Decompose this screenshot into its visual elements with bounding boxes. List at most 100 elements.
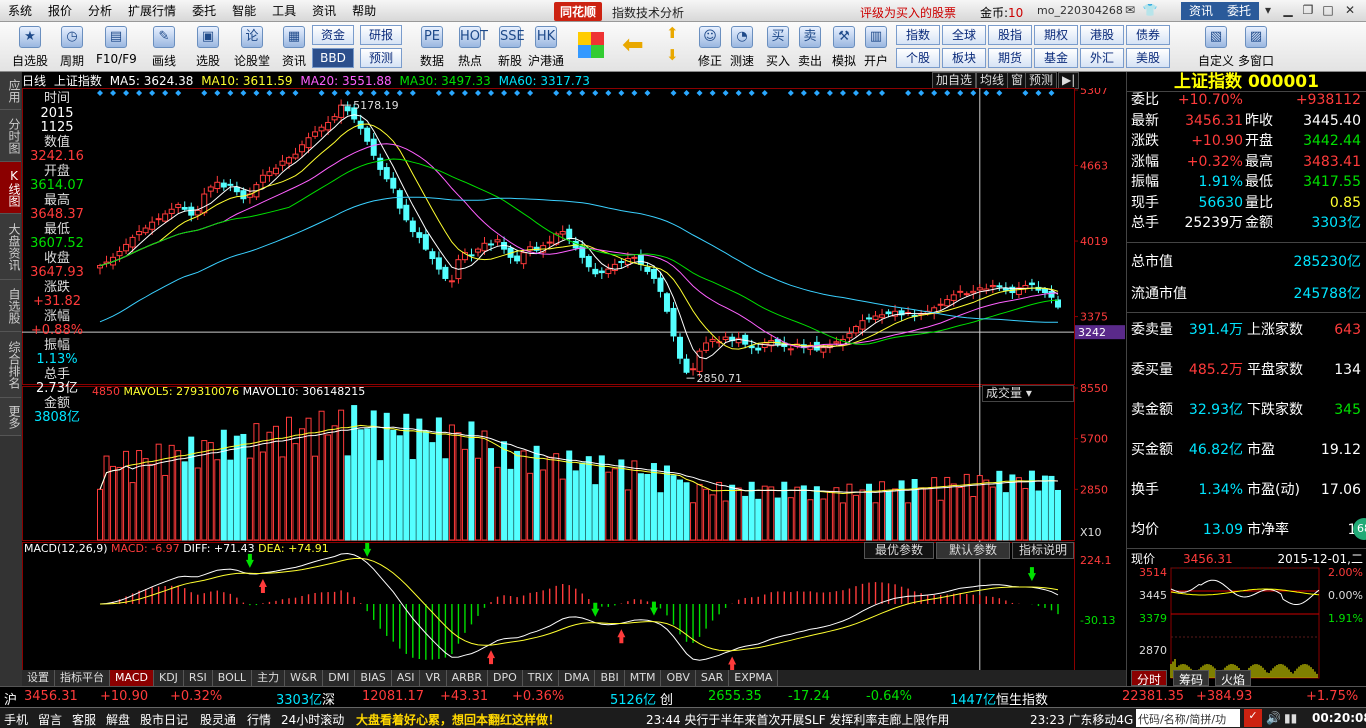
indicator-tab-18[interactable]: OBV bbox=[661, 670, 696, 686]
toolbar-small_a-1[interactable]: BBD bbox=[312, 48, 354, 68]
indicator-tab-20[interactable]: EXPMA bbox=[729, 670, 779, 686]
event-marker-icon[interactable] bbox=[292, 90, 299, 96]
toolbar-small_b-1[interactable]: 预测 bbox=[360, 48, 402, 68]
ma-toggle-button[interactable]: 均线 bbox=[976, 72, 1009, 89]
event-marker-icon[interactable] bbox=[409, 90, 416, 96]
event-marker-icon[interactable] bbox=[566, 90, 573, 96]
market-btn-0-5[interactable]: 债券 bbox=[1126, 25, 1170, 45]
event-marker-icon[interactable] bbox=[800, 90, 807, 96]
event-marker-icon[interactable] bbox=[123, 90, 130, 96]
event-marker-icon[interactable] bbox=[1048, 90, 1055, 96]
indicator-tab-0[interactable]: 设置 bbox=[22, 670, 55, 686]
code-search-input[interactable]: 代码/名称/简拼/功 bbox=[1136, 709, 1240, 727]
toolbar-btn-1[interactable]: ◷ 周期 bbox=[52, 24, 92, 70]
market-btn-1-3[interactable]: 基金 bbox=[1034, 48, 1078, 68]
event-marker-icon[interactable] bbox=[344, 90, 351, 96]
menu-item-2[interactable]: 分析 bbox=[80, 2, 120, 19]
event-marker-icon[interactable] bbox=[866, 90, 873, 96]
event-marker-icon[interactable] bbox=[396, 90, 403, 96]
add-watchlist-button[interactable]: 加自选 bbox=[932, 72, 977, 89]
market-btn-0-1[interactable]: 全球 bbox=[942, 25, 986, 45]
event-marker-icon[interactable] bbox=[435, 90, 442, 96]
speaker-icon[interactable]: 🔊 bbox=[1266, 711, 1281, 725]
toolbar-small_a-0[interactable]: 资金 bbox=[312, 25, 354, 45]
event-marker-icon[interactable] bbox=[227, 90, 234, 96]
event-marker-icon[interactable] bbox=[162, 90, 169, 96]
market-btn-0-0[interactable]: 指数 bbox=[896, 25, 940, 45]
up-arrow-icon[interactable]: ⬆ bbox=[666, 24, 679, 42]
event-marker-icon[interactable] bbox=[709, 90, 716, 96]
menu-item-7[interactable]: 资讯 bbox=[304, 2, 344, 19]
toolbar-btn-4[interactable]: ▣ 选股 bbox=[188, 24, 228, 70]
rating-alert-link[interactable]: 评级为买入的股票 bbox=[860, 4, 956, 21]
left-tab-5[interactable]: 综合排名 bbox=[0, 332, 21, 398]
left-tab-1[interactable]: 分时图 bbox=[0, 110, 21, 162]
event-marker-icon[interactable] bbox=[618, 90, 625, 96]
indicator-tab-19[interactable]: SAR bbox=[695, 670, 730, 686]
indicator-tab-2[interactable]: MACD bbox=[110, 670, 154, 686]
event-marker-icon[interactable] bbox=[970, 90, 977, 96]
event-marker-icon[interactable] bbox=[1022, 90, 1029, 96]
toolbar-right-btn-1[interactable]: ▨ 多窗口 bbox=[1236, 24, 1276, 70]
event-marker-icon[interactable] bbox=[370, 90, 377, 96]
market-btn-0-2[interactable]: 股指 bbox=[988, 25, 1032, 45]
event-marker-icon[interactable] bbox=[852, 90, 859, 96]
event-marker-icon[interactable] bbox=[214, 90, 221, 96]
task-item-4[interactable]: 股市日记 bbox=[140, 711, 188, 728]
event-marker-icon[interactable] bbox=[748, 90, 755, 96]
down-arrow-icon[interactable]: ⬇ bbox=[666, 46, 679, 64]
event-marker-icon[interactable] bbox=[253, 90, 260, 96]
indicator-tab-17[interactable]: MTM bbox=[624, 670, 662, 686]
event-marker-icon[interactable] bbox=[579, 90, 586, 96]
message-icon[interactable]: ✉ bbox=[1122, 3, 1138, 18]
event-marker-icon[interactable] bbox=[240, 90, 247, 96]
intraday-mini-chart[interactable]: 3514344533792870X10002.00%0.00%1.91% bbox=[1127, 566, 1366, 682]
news-ticker-1[interactable]: 23:44 央行于半年来首次开展SLF 发挥利率走廊上限作用 bbox=[646, 711, 949, 728]
event-marker-icon[interactable] bbox=[1035, 90, 1042, 96]
mini-tab-0[interactable]: 分时 bbox=[1131, 670, 1168, 687]
event-marker-icon[interactable] bbox=[474, 90, 481, 96]
task-item-1[interactable]: 留言 bbox=[38, 711, 62, 728]
event-marker-icon[interactable] bbox=[514, 90, 521, 96]
mini-tab-2[interactable]: 火焰 bbox=[1215, 670, 1252, 687]
toolbar-small_b-0[interactable]: 研报 bbox=[360, 25, 402, 45]
window-button[interactable]: 窗 bbox=[1007, 72, 1028, 89]
event-marker-icon[interactable] bbox=[722, 90, 729, 96]
maximize-icon[interactable]: □ bbox=[1320, 3, 1336, 18]
menu-item-6[interactable]: 工具 bbox=[264, 2, 304, 19]
indicator-tab-13[interactable]: DPO bbox=[488, 670, 523, 686]
default-params-button[interactable]: 默认参数 bbox=[936, 542, 1010, 559]
event-marker-icon[interactable] bbox=[318, 90, 325, 96]
event-marker-icon[interactable] bbox=[879, 90, 886, 96]
optimal-params-button[interactable]: 最优参数 bbox=[864, 542, 934, 559]
left-tab-2[interactable]: K线图 bbox=[0, 162, 21, 214]
color-grid-icon[interactable] bbox=[578, 32, 604, 58]
event-marker-icon[interactable] bbox=[605, 90, 612, 96]
market-btn-1-4[interactable]: 外汇 bbox=[1080, 48, 1124, 68]
indicator-tab-16[interactable]: BBI bbox=[595, 670, 625, 686]
toolbar-btn-0[interactable]: ★ 自选股 bbox=[10, 24, 50, 70]
toolbar-btn-3[interactable]: ✎ 画线 bbox=[144, 24, 184, 70]
event-marker-icon[interactable] bbox=[279, 90, 286, 96]
menu-item-3[interactable]: 扩展行情 bbox=[120, 2, 184, 19]
left-tab-3[interactable]: 大盘资讯 bbox=[0, 214, 21, 280]
toolbar-btn-5[interactable]: 论论股堂 bbox=[232, 24, 272, 70]
market-btn-1-0[interactable]: 个股 bbox=[896, 48, 940, 68]
toolbar-btn3-5[interactable]: ▥ 开户 bbox=[856, 24, 896, 70]
indicator-tab-1[interactable]: 指标平台 bbox=[55, 670, 110, 686]
news-button[interactable]: 资讯 bbox=[1181, 2, 1222, 20]
event-marker-icon[interactable] bbox=[149, 90, 156, 96]
event-marker-icon[interactable] bbox=[501, 90, 508, 96]
event-marker-icon[interactable] bbox=[839, 90, 846, 96]
toolbar-btn2-1[interactable]: HOT 热点 bbox=[450, 24, 490, 70]
kline-chart-area[interactable]: 日线 上证指数 MA5: 3624.38 MA10: 3611.59 MA20:… bbox=[22, 72, 1126, 686]
event-marker-icon[interactable] bbox=[944, 90, 951, 96]
event-marker-icon[interactable] bbox=[266, 90, 273, 96]
event-marker-icon[interactable] bbox=[787, 90, 794, 96]
market-btn-0-3[interactable]: 期权 bbox=[1034, 25, 1078, 45]
back-arrow-icon[interactable]: ⬅ bbox=[622, 32, 644, 58]
indicator-dropdown[interactable]: 成交量 ▾ bbox=[982, 385, 1074, 402]
indicator-tab-9[interactable]: BIAS bbox=[355, 670, 392, 686]
market-btn-1-2[interactable]: 期货 bbox=[988, 48, 1032, 68]
task-item-2[interactable]: 客服 bbox=[72, 711, 96, 728]
